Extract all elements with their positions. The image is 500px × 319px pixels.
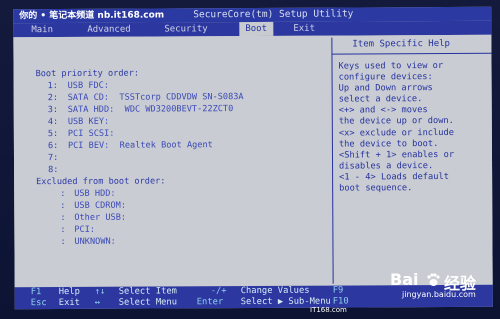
excluded-item-usb-cdrom[interactable]: USB CDROM:	[74, 201, 126, 212]
tab-security[interactable]: Security	[158, 22, 213, 36]
boot-item-pci-scsi[interactable]: PCI SCSI:	[68, 129, 115, 140]
priority-num: 2:	[47, 93, 59, 104]
key-label: Enter	[196, 297, 224, 308]
watermark-top: 你的 • 笔记本频道 nb.it168.com	[19, 10, 165, 22]
key-f1: F1	[31, 287, 42, 298]
priority-num: 7:	[47, 153, 59, 164]
key-enter: Enter	[197, 297, 224, 308]
key-label: ↑↓	[94, 286, 106, 297]
baidu-site: jingyan.baidu.com	[402, 290, 476, 299]
boot-item-pci-bev[interactable]: PCI BEV: Realtek Boot Agent	[68, 140, 213, 152]
excluded-title: Excluded from boot order:	[36, 176, 166, 188]
key-leftright-desc: Select Menu	[118, 297, 178, 308]
key-label: F9	[332, 285, 344, 296]
excluded-num: :	[60, 224, 66, 236]
bios-screen: 你的 • 笔记本频道 nb.it168.com SecureCore(tm) S…	[13, 6, 493, 310]
excluded-item-unknown[interactable]: UNKNOWN:	[74, 237, 115, 248]
content-area: Boot priority order: 1: USB FDC: 2: SATA…	[13, 34, 493, 288]
key-label: -/+	[210, 286, 227, 297]
baidu-watermark: Bai 经验 jingyan.baidu.com	[390, 270, 500, 315]
key-label: F1	[30, 287, 42, 298]
excluded-num: :	[60, 236, 66, 248]
boot-item-sata-hdd[interactable]: SATA HDD: WDC WD3200BEVT-22ZCT0	[68, 104, 234, 116]
priority-num: 8:	[48, 165, 59, 176]
key-f9: F9	[333, 286, 344, 297]
key-updown-desc: Select Item	[118, 286, 177, 297]
tab-exit[interactable]: Exit	[287, 22, 321, 36]
priority-num: 4:	[47, 117, 59, 128]
photo-frame: 你的 • 笔记本频道 nb.it168.com SecureCore(tm) S…	[0, 0, 500, 319]
key-label: ↔	[94, 297, 101, 308]
watermark-bottom: IT168.com	[310, 306, 347, 314]
excluded-item-other-usb[interactable]: Other USB:	[74, 213, 126, 224]
key-updown: ↑↓	[95, 287, 106, 298]
excluded-num: :	[60, 188, 66, 200]
key-esc: Esc	[31, 298, 47, 309]
key-leftright: ↔	[95, 298, 100, 309]
tab-main[interactable]: Main	[25, 23, 59, 37]
excluded-item-usb-hdd[interactable]: USB HDD:	[74, 189, 115, 200]
key-minus-plus-desc: Change Values	[240, 285, 310, 297]
priority-title: Boot priority order:	[35, 68, 140, 80]
boot-item-usb-fdc[interactable]: USB FDC:	[68, 81, 109, 92]
excluded-num: :	[60, 200, 66, 212]
tab-advanced[interactable]: Advanced	[81, 23, 136, 37]
help-title: Item Specific Help	[352, 38, 450, 50]
priority-num: 1:	[47, 81, 59, 92]
boot-item-usb-key[interactable]: USB KEY:	[68, 117, 109, 128]
paw-icon	[427, 273, 440, 286]
help-text: Keys used to view or configure devices: …	[338, 61, 455, 194]
excluded-num: :	[60, 212, 66, 224]
key-minus-plus: -/+	[211, 286, 227, 297]
priority-num: 6:	[47, 141, 59, 152]
help-panel: Item Specific Help Keys used to view or …	[332, 35, 492, 286]
window-title: SecureCore(tm) Setup Utility	[193, 8, 354, 21]
key-f1-desc: Help	[58, 286, 80, 298]
boot-panel: Boot priority order: 1: USB FDC: 2: SATA…	[13, 36, 332, 288]
tab-boot[interactable]: Boot	[239, 21, 274, 37]
boot-item-sata-cd[interactable]: SATA CD: TSSTcorp CDDVDW SN-S083A	[68, 92, 244, 104]
key-esc-desc: Exit	[58, 297, 80, 309]
baidu-logo-text: Bai	[390, 270, 419, 289]
priority-num: 3:	[47, 105, 59, 116]
key-label: Esc	[30, 298, 47, 309]
excluded-item-pci[interactable]: PCI:	[74, 225, 95, 236]
help-header-rule	[332, 52, 492, 55]
priority-num: 5:	[47, 129, 59, 140]
